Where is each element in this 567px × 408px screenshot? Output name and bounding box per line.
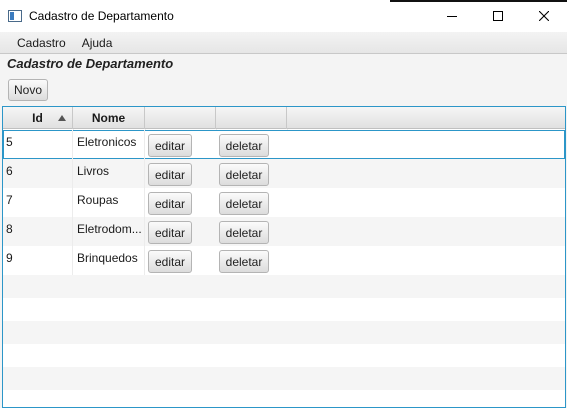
menu-bar: Cadastro Ajuda — [0, 32, 567, 54]
cell-id: 5 — [3, 130, 73, 159]
deletar-button[interactable]: deletar — [219, 192, 269, 215]
empty-table-row — [3, 298, 565, 321]
cell-id-text: 6 — [6, 164, 13, 178]
column-header-nome[interactable]: Nome — [73, 107, 145, 129]
cell-id: 8 — [3, 217, 73, 246]
editar-button[interactable]: editar — [148, 221, 192, 244]
departamento-table[interactable]: Id Nome 5 Eletronicos editar deletar 6 Livros… — [2, 106, 566, 408]
deletar-button[interactable]: deletar — [219, 250, 269, 273]
cell-nome-text: Livros — [77, 164, 110, 178]
cell-id: 7 — [3, 188, 73, 217]
page-title: Cadastro de Departamento — [7, 56, 174, 71]
column-header-id[interactable]: Id — [3, 107, 73, 129]
deletar-button[interactable]: deletar — [219, 163, 269, 186]
cell-id: 9 — [3, 246, 73, 275]
column-header-nome-label: Nome — [91, 111, 126, 125]
table-header: Id Nome — [3, 107, 565, 129]
column-header-editar[interactable] — [145, 107, 216, 129]
deletar-button[interactable]: deletar — [219, 221, 269, 244]
sort-ascending-icon — [58, 115, 66, 121]
cell-nome: Livros — [73, 159, 145, 188]
editar-button[interactable]: editar — [148, 250, 192, 273]
app-window: Cadastro de Departamento Cadastro Ajuda … — [0, 0, 567, 408]
cell-id: 6 — [3, 159, 73, 188]
empty-table-row — [3, 275, 565, 298]
column-header-deletar[interactable] — [216, 107, 287, 129]
editar-button[interactable]: editar — [148, 192, 192, 215]
editar-button[interactable]: editar — [148, 134, 192, 157]
empty-table-row — [3, 344, 565, 367]
editar-button[interactable]: editar — [148, 163, 192, 186]
column-header-filler — [287, 107, 565, 129]
cell-id-text: 8 — [6, 222, 13, 236]
maximize-button[interactable] — [475, 0, 521, 32]
cell-nome-text: Brinquedos — [77, 251, 138, 265]
table-row[interactable]: 5 Eletronicos editar deletar — [3, 130, 565, 159]
cell-nome: Roupas — [73, 188, 145, 217]
minimize-icon — [447, 16, 457, 17]
cell-id-text: 7 — [6, 193, 13, 207]
cell-nome: Brinquedos — [73, 246, 145, 275]
table-row[interactable]: 7 Roupas editar deletar — [3, 188, 565, 217]
close-icon — [539, 11, 549, 21]
window-controls — [429, 0, 567, 32]
cell-nome: Eletrodom... — [73, 217, 145, 246]
empty-table-row — [3, 390, 565, 407]
cell-nome-text: Eletrodom... — [77, 222, 141, 236]
cell-nome: Eletronicos — [73, 130, 145, 159]
empty-table-row — [3, 367, 565, 390]
close-button[interactable] — [521, 0, 567, 32]
window-title: Cadastro de Departamento — [29, 9, 174, 23]
table-row[interactable]: 6 Livros editar deletar — [3, 159, 565, 188]
column-header-id-label: Id — [32, 111, 43, 125]
empty-table-row — [3, 321, 565, 344]
maximize-icon — [493, 11, 503, 21]
menu-cadastro[interactable]: Cadastro — [9, 32, 74, 54]
cell-nome-text: Roupas — [77, 193, 119, 207]
title-bar: Cadastro de Departamento — [0, 0, 567, 32]
deletar-button[interactable]: deletar — [219, 134, 269, 157]
table-row[interactable]: 8 Eletrodom... editar deletar — [3, 217, 565, 246]
cell-nome-text: Eletronicos — [77, 135, 137, 149]
cell-id-text: 9 — [6, 251, 13, 265]
menu-ajuda[interactable]: Ajuda — [74, 32, 121, 54]
table-row[interactable]: 9 Brinquedos editar deletar — [3, 246, 565, 275]
minimize-button[interactable] — [429, 0, 475, 32]
novo-button[interactable]: Novo — [8, 79, 48, 101]
app-window-icon — [8, 10, 22, 22]
cell-id-text: 5 — [6, 135, 13, 149]
